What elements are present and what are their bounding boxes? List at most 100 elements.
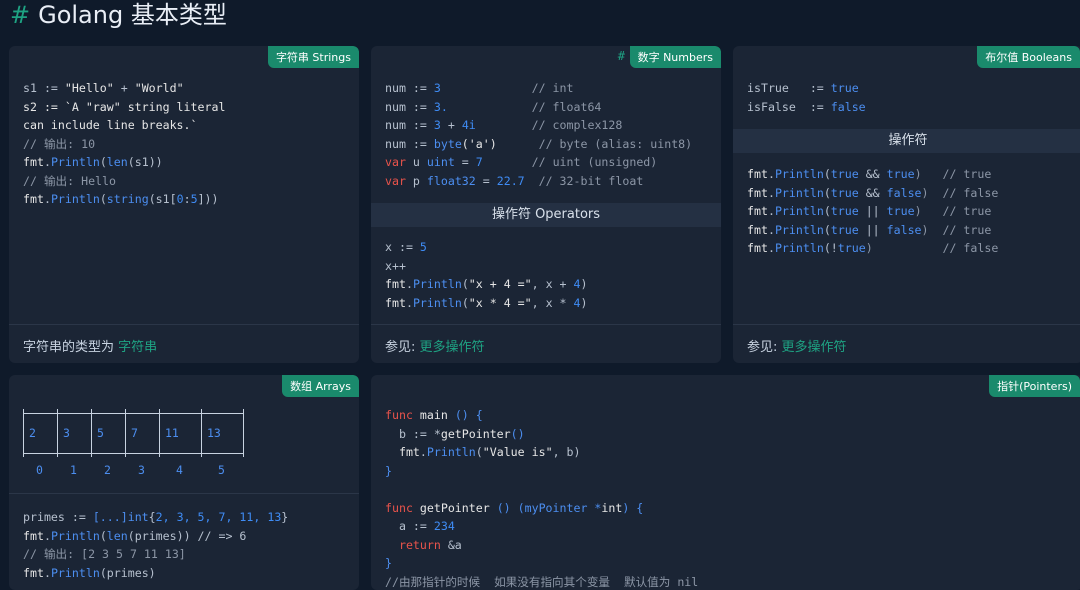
- array-diagram: 20315273114135: [23, 413, 263, 483]
- code-line: fmt.Println(true && true) // true: [747, 165, 998, 184]
- array-cell-divider: [91, 409, 92, 457]
- code-token: num :=: [385, 118, 434, 132]
- code-token: Println: [427, 445, 476, 459]
- strings-footer: 字符串的类型为 字符串: [9, 324, 359, 363]
- code-line: num := 3 // int: [385, 79, 692, 98]
- code-token: 3: [434, 81, 441, 95]
- strings-footer-link[interactable]: 字符串: [118, 340, 157, 355]
- code-token: 234: [434, 519, 455, 533]
- code-token: &a: [441, 538, 462, 552]
- code-token: fmt: [23, 192, 44, 206]
- strings-card: 字符串 Strings s1 := "Hello" + "World"s2 :=…: [9, 46, 359, 363]
- code-token: // 输出: [2 3 5 7 11 13]: [23, 547, 186, 561]
- code-token: Println: [775, 223, 824, 237]
- code-token: primes :=: [23, 510, 93, 524]
- code-token: fmt: [747, 167, 768, 181]
- code-token: ) // true: [922, 223, 992, 237]
- numbers-operators-band: 操作符 Operators: [371, 203, 721, 227]
- code-token: (: [100, 192, 107, 206]
- code-token: x :=: [385, 240, 420, 254]
- code-token: // complex128: [476, 118, 623, 132]
- code-token: ('a'): [462, 137, 497, 151]
- numbers-code: num := 3 // intnum := 3. // float64num :…: [385, 79, 692, 190]
- code-token: .: [768, 167, 775, 181]
- array-index-label: 0: [36, 463, 43, 477]
- code-line: }: [385, 462, 698, 481]
- code-token: .: [768, 223, 775, 237]
- code-line: s1 := "Hello" + "World": [23, 79, 225, 98]
- code-token: len: [107, 155, 128, 169]
- code-token: &&: [859, 167, 887, 181]
- code-token: =: [455, 155, 476, 169]
- code-token: 0: [177, 192, 184, 206]
- numbers-tag: 数字 Numbers: [630, 46, 721, 68]
- code-token: func: [385, 501, 413, 515]
- code-token: // int: [441, 81, 574, 95]
- code-line: [385, 480, 698, 499]
- array-index-label: 2: [104, 463, 111, 477]
- code-token: x++: [385, 259, 406, 273]
- code-token: (: [462, 277, 469, 291]
- code-line: var u uint = 7 // uint (unsigned): [385, 153, 692, 172]
- arrays-code: primes := [...]int{2, 3, 5, 7, 11, 13}fm…: [23, 508, 288, 582]
- code-line: fmt.Println(!true) // false: [747, 239, 998, 258]
- code-token: (: [100, 529, 107, 543]
- code-line: x := 5: [385, 238, 587, 257]
- code-token: (: [100, 155, 107, 169]
- array-top-border: [23, 413, 243, 414]
- code-token: (: [476, 445, 483, 459]
- code-line: // 输出: Hello: [23, 172, 225, 191]
- code-token: can include line breaks.`: [23, 118, 198, 132]
- code-token: 2, 3, 5, 7, 11, 13: [156, 510, 282, 524]
- code-token: // 输出: 10: [23, 137, 95, 151]
- code-token: var: [385, 155, 406, 169]
- code-token: "x + 4 =": [469, 277, 532, 291]
- code-token: (s1)): [128, 155, 163, 169]
- code-token: , x *: [532, 296, 574, 310]
- page-title-hash: #: [10, 1, 30, 29]
- arrays-card: 数组 Arrays 20315273114135 primes := [...]…: [9, 375, 359, 590]
- array-cell-divider: [57, 409, 58, 457]
- code-token: ||: [859, 204, 887, 218]
- code-token: fmt: [385, 277, 406, 291]
- booleans-card: 布尔值 Booleans isTrue := trueisFalse := fa…: [733, 46, 1080, 363]
- code-line: num := byte('a') // byte (alias: uint8): [385, 135, 692, 154]
- code-token: ): [581, 277, 588, 291]
- code-token: ||: [859, 223, 887, 237]
- code-token: true: [831, 186, 859, 200]
- code-line: }: [385, 554, 698, 573]
- code-token: {: [149, 510, 156, 524]
- code-token: ) // false: [866, 241, 999, 255]
- pointers-tag: 指针(Pointers): [989, 375, 1080, 397]
- code-token: var: [385, 174, 406, 188]
- code-token: =: [476, 174, 497, 188]
- code-token: (: [824, 223, 831, 237]
- array-cell-divider: [243, 409, 244, 457]
- code-token: return: [385, 538, 441, 552]
- code-token: (!: [824, 241, 838, 255]
- code-token: .: [44, 192, 51, 206]
- code-token: Println: [51, 192, 100, 206]
- numbers-tag-hash[interactable]: #: [618, 49, 625, 63]
- code-token: , x +: [532, 277, 574, 291]
- code-token: .: [406, 296, 413, 310]
- code-token: [...]: [93, 510, 128, 524]
- booleans-operators-band: 操作符: [733, 129, 1080, 153]
- array-cell-value: 7: [131, 426, 138, 440]
- code-token: s2 := `A "raw" string literal: [23, 100, 225, 114]
- code-token: "Hello": [65, 81, 114, 95]
- code-token: s1 :=: [23, 81, 65, 95]
- code-token: }: [385, 464, 392, 478]
- numbers-footer-link[interactable]: 更多操作符: [420, 340, 485, 355]
- booleans-footer-link[interactable]: 更多操作符: [782, 340, 847, 355]
- code-line: func getPointer () (myPointer *int) {: [385, 499, 698, 518]
- code-line: fmt.Println("x + 4 =", x + 4): [385, 275, 587, 294]
- code-token: int: [601, 501, 622, 515]
- code-token: (primes): [100, 566, 156, 580]
- code-line: isFalse := false: [747, 98, 866, 117]
- code-line: func main () {: [385, 406, 698, 425]
- code-token: true: [831, 204, 859, 218]
- code-token: .: [768, 186, 775, 200]
- code-token: fmt: [23, 155, 44, 169]
- code-line: fmt.Println("x * 4 =", x * 4): [385, 294, 587, 313]
